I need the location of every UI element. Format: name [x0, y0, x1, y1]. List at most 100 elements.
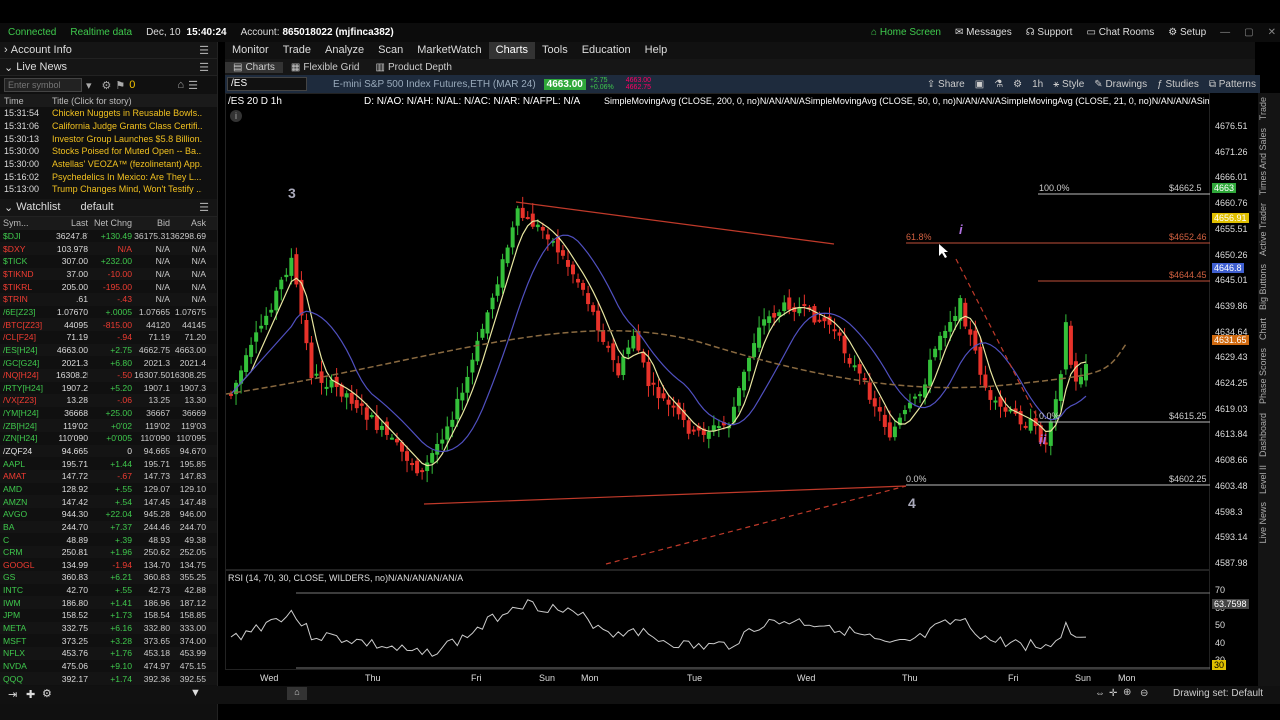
watchlist-row[interactable]: /BTC[Z23] 44095 -815.00 44120 44145: [0, 318, 217, 331]
watchlist-row[interactable]: JPM 158.52 +1.73 158.54 158.85: [0, 609, 217, 622]
watchlist-row[interactable]: NFLX 453.76 +1.76 453.18 453.99: [0, 646, 217, 660]
tab-marketwatch[interactable]: MarketWatch: [410, 42, 488, 59]
tab-analyze[interactable]: Analyze: [318, 42, 371, 59]
studies-button[interactable]: ƒ Studies: [1157, 79, 1199, 90]
watchlist-row[interactable]: $TICK 307.00 +232.00 N/A N/A: [0, 255, 217, 268]
watchlist-row[interactable]: $TRIN .61 -.43 N/A N/A: [0, 293, 217, 306]
tab-help[interactable]: Help: [638, 42, 675, 59]
tab-charts[interactable]: ▤ Charts: [225, 61, 283, 73]
menu-icon[interactable]: ☰: [199, 201, 209, 214]
tab-tools[interactable]: Tools: [535, 42, 575, 59]
tab-charts[interactable]: Charts: [488, 42, 536, 59]
close-button[interactable]: ✕: [1268, 27, 1276, 38]
zoom-icon[interactable]: ⊕: [1123, 687, 1131, 698]
watchlist-row[interactable]: AVGO 944.30 +22.04 945.28 946.00: [0, 508, 217, 521]
dropdown-icon[interactable]: ▾: [86, 79, 92, 92]
drawing-set-label[interactable]: Drawing set: Default: [1173, 688, 1263, 699]
watchlist-row[interactable]: BA 244.70 +7.37 244.46 244.70: [0, 520, 217, 534]
symbol-input[interactable]: [4, 78, 82, 92]
watchlist-row[interactable]: QQQ 392.17 +1.74 392.36 392.55: [0, 672, 217, 685]
symbol-selector[interactable]: /ES: [227, 77, 307, 91]
watchlist-row[interactable]: /ZQF24 94.665 0 94.665 94.670: [0, 444, 217, 458]
news-row[interactable]: 15:30:00 Stocks Poised for Muted Open -- …: [0, 145, 217, 158]
watchlist-row[interactable]: /NQ[H24]16308.25-.5016307.5016308.25: [0, 368, 217, 382]
rsi-panel[interactable]: RSI (14, 70, 30, CLOSE, WILDERS, no)N/AN…: [225, 570, 1211, 670]
tab-monitor[interactable]: Monitor: [225, 42, 276, 59]
watchlist-row[interactable]: NVDA 475.06 +9.10 474.97 475.15: [0, 660, 217, 673]
tab-flexible-grid[interactable]: ▦ Flexible Grid: [283, 62, 368, 73]
bell-icon[interactable]: ⚑: [115, 79, 125, 92]
timeframe-selector[interactable]: 1h: [1032, 79, 1043, 90]
watchlist-row[interactable]: /ZN[H24] 110'090 +0'005 110'090 110'095: [0, 432, 217, 445]
price-axis[interactable]: 4676.51 4671.26 4666.01 4660.76 4655.51 4650.…: [1210, 93, 1256, 670]
rail-times-and-sales[interactable]: Times And Sales: [1258, 124, 1268, 199]
menu-icon[interactable]: ☰: [188, 79, 198, 92]
price-chart[interactable]: /ES 20 D 1h D: N/AO: N/AH: N/AL: N/AC: N…: [225, 93, 1211, 571]
watchlist-row[interactable]: AMZN 147.42 +.54 147.45 147.48: [0, 495, 217, 508]
patterns-button[interactable]: ⧉ Patterns: [1209, 79, 1256, 90]
watchlist-row[interactable]: /ZB[H24] 119'02 +0'02 119'02 119'03: [0, 419, 217, 433]
watchlist-row[interactable]: META 332.75 +6.16 332.80 333.00: [0, 621, 217, 635]
flask-icon[interactable]: ⚗: [994, 79, 1003, 90]
tag-icon[interactable]: ⌂: [177, 79, 184, 91]
crosshair-icon[interactable]: ✛: [1109, 688, 1117, 699]
rail-trade[interactable]: Trade: [1258, 93, 1268, 124]
watchlist-row[interactable]: AAPL 195.71 +1.44 195.71 195.85: [0, 457, 217, 470]
watchlist-row[interactable]: GOOGL 134.99 -1.94 134.70 134.75: [0, 558, 217, 571]
watchlist-row[interactable]: C 48.89 +.39 48.93 49.38: [0, 533, 217, 546]
news-row[interactable]: 15:31:06 California Judge Grants Class Ce…: [0, 120, 217, 133]
rail-phase-scores[interactable]: Phase Scores: [1258, 344, 1268, 408]
rail-dashboard[interactable]: Dashboard: [1258, 409, 1268, 461]
menu-icon[interactable]: ☰: [199, 61, 209, 74]
rail-big-buttons[interactable]: Big Buttons: [1258, 260, 1268, 314]
news-row[interactable]: 15:30:00 Astellas' VEOZA™ (fezolinetant) …: [0, 158, 217, 171]
news-row[interactable]: 15:16:02 Psychedelics In Mexico: Are They…: [0, 170, 217, 183]
zoom-out-icon[interactable]: ⊖: [1140, 688, 1148, 699]
account-selector[interactable]: 865018022 (mjfinca382): [283, 27, 394, 38]
gear-icon[interactable]: ⚙: [102, 79, 112, 92]
news-row[interactable]: 15:30:13 Investor Group Launches $5.8 Bil…: [0, 132, 217, 145]
collapse-icon[interactable]: ⇥: [8, 688, 17, 701]
watchlist-row[interactable]: /6E[Z23] 1.07670 +.0005 1.07665 1.07675: [0, 306, 217, 319]
watchlist-row[interactable]: CRM 250.81 +1.96 250.62 252.05: [0, 545, 217, 559]
watchlist-row[interactable]: /ES[H24] 4663.00 +2.75 4662.75 4663.00: [0, 343, 217, 357]
gear-icon[interactable]: ⚙: [42, 687, 52, 700]
candlestick-plot[interactable]: 100.0% $4662.5 61.8% $4652.46 $4644.45 0.0% $4…: [226, 94, 1211, 571]
rail-active-trader[interactable]: Active Trader: [1258, 199, 1268, 260]
tab-education[interactable]: Education: [575, 42, 638, 59]
home-screen-button[interactable]: ⌂ Home Screen: [871, 27, 941, 38]
minimize-button[interactable]: —: [1220, 27, 1230, 38]
watchlist-row[interactable]: /RTY[H24] 1907.2 +5.20 1907.1 1907.3: [0, 382, 217, 395]
setup-button[interactable]: ⚙ Setup: [1168, 27, 1206, 38]
gear-icon[interactable]: ⚙: [1013, 79, 1022, 90]
style-button[interactable]: ⚹ Style: [1053, 79, 1084, 90]
messages-button[interactable]: ✉ Messages: [955, 27, 1012, 38]
tab-product-depth[interactable]: ▥ Product Depth: [368, 62, 460, 73]
pan-icon[interactable]: ⇔: [1095, 688, 1105, 699]
watchlist-row[interactable]: /VX[Z23] 13.28 -.06 13.25 13.30: [0, 394, 217, 407]
watchlist-row[interactable]: AMAT 147.72 -.67 147.73 147.83: [0, 469, 217, 483]
chat-rooms-button[interactable]: ▭ Chat Rooms: [1086, 27, 1154, 38]
menu-icon[interactable]: ☰: [199, 44, 209, 57]
rail-level-ii[interactable]: Level II: [1258, 461, 1268, 498]
tab-trade[interactable]: Trade: [276, 42, 318, 59]
layout-icon[interactable]: ▣: [975, 79, 984, 90]
watchlist-row[interactable]: /YM[H24] 36668 +25.00 36667 36669: [0, 407, 217, 420]
add-icon[interactable]: ✚: [26, 688, 35, 701]
watchlist-row[interactable]: /GC[G24] 2021.3 +6.80 2021.3 2021.4: [0, 356, 217, 369]
news-row[interactable]: 15:31:54 Chicken Nuggets in Reusable Bowl…: [0, 107, 217, 120]
drawings-button[interactable]: ✎ Drawings: [1094, 79, 1147, 90]
live-news-section[interactable]: ⌄ Live News ☰: [0, 59, 217, 76]
watchlist-row[interactable]: IWM 186.80 +1.41 186.96 187.12: [0, 596, 217, 610]
watchlist-section[interactable]: ⌄ Watchlist default ☰: [0, 198, 217, 217]
rail-chart[interactable]: Chart: [1258, 314, 1268, 344]
watchlist-row[interactable]: INTC 42.70 +.55 42.73 42.88: [0, 584, 217, 597]
watchlist-row[interactable]: $TIKND 37.00 -10.00 N/A N/A: [0, 267, 217, 281]
watchlist-selector[interactable]: default: [81, 201, 114, 213]
watchlist-row[interactable]: $TIKRL 205.00 -195.00 N/A N/A: [0, 280, 217, 293]
scroll-thumb[interactable]: ⌂: [287, 687, 307, 700]
watchlist-row[interactable]: $DXY 103.978 N/A N/A N/A: [0, 242, 217, 256]
time-axis[interactable]: Wed Thu Fri Sun Mon Tue Wed Thu Fri Sun Mon: [225, 670, 1210, 686]
watchlist-row[interactable]: MSFT 373.25 +3.28 373.65 374.00: [0, 634, 217, 647]
support-button[interactable]: ☊ Support: [1026, 27, 1073, 38]
